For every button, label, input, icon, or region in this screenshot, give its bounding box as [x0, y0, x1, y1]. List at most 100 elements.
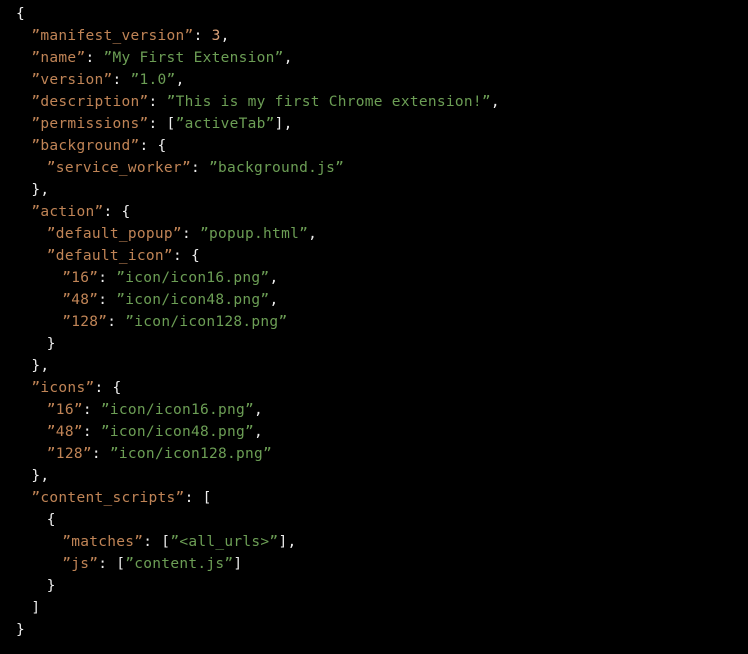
json-key-token: ”description” [31, 94, 149, 110]
json-punctuation-token: , [175, 72, 185, 88]
json-punctuation-token: : [107, 314, 126, 330]
json-key-token: ”128” [62, 314, 108, 330]
json-punctuation-token: : [ [184, 490, 212, 506]
json-string-token: ”popup.html” [199, 226, 309, 242]
code-line[interactable]: ”version”: ”1.0”, [0, 69, 748, 91]
json-string-token: ”icon/icon48.png” [116, 292, 270, 308]
code-line[interactable]: ”service_worker”: ”background.js” [0, 157, 748, 179]
json-key-token: ”manifest_version” [31, 28, 194, 44]
json-key-token: ”128” [46, 446, 92, 462]
code-line[interactable]: ”name”: ”My First Extension”, [0, 47, 748, 69]
json-key-token: ”16” [62, 270, 99, 286]
code-line[interactable]: ”background”: { [0, 135, 748, 157]
json-punctuation-token: : { [94, 380, 122, 396]
json-punctuation-token: { [16, 6, 26, 22]
code-line[interactable]: { [0, 3, 748, 25]
json-punctuation-token: : [85, 50, 104, 66]
json-punctuation-token: , [269, 270, 279, 286]
json-punctuation-token: : [ [98, 556, 126, 572]
json-string-token: ”icon/icon128.png” [125, 314, 288, 330]
json-string-token: ”content.js” [125, 556, 234, 572]
json-punctuation-token: , [308, 226, 318, 242]
json-string-token: ”This is my first Chrome extension!” [166, 94, 491, 110]
code-line[interactable]: ”48”: ”icon/icon48.png”, [0, 289, 748, 311]
json-punctuation-token: } [46, 578, 56, 594]
json-key-token: ”48” [62, 292, 99, 308]
code-line[interactable]: ”description”: ”This is my first Chrome … [0, 91, 748, 113]
json-code-viewer[interactable]: {”manifest_version”: 3, ”name”: ”My First… [0, 3, 748, 654]
json-punctuation-token: : [ [148, 116, 176, 132]
json-key-token: ”service_worker” [46, 160, 191, 176]
json-string-token: ”icon/icon128.png” [109, 446, 273, 462]
json-string-token: ”<all_urls>” [170, 534, 279, 550]
json-punctuation-token: }, [31, 358, 50, 374]
json-key-token: ”16” [46, 402, 83, 418]
json-punctuation-token: : [190, 160, 209, 176]
code-line[interactable]: }, [0, 179, 748, 201]
json-punctuation-token: : [ [143, 534, 171, 550]
json-key-token: ”permissions” [31, 116, 149, 132]
json-key-token: ”js” [62, 556, 99, 572]
json-punctuation-token: : [181, 226, 200, 242]
json-punctuation-token: : [91, 446, 110, 462]
json-string-token: ”icon/icon16.png” [100, 402, 255, 418]
json-key-token: ”48” [46, 424, 83, 440]
json-key-token: ”content_scripts” [31, 490, 185, 506]
json-punctuation-token: , [220, 28, 230, 44]
code-line[interactable]: ”content_scripts”: [ [0, 487, 748, 509]
json-punctuation-token: : [112, 72, 131, 88]
json-string-token: ”1.0” [130, 72, 176, 88]
json-string-token: ”activeTab” [175, 116, 275, 132]
code-line[interactable]: ”16”: ”icon/icon16.png”, [0, 267, 748, 289]
code-line[interactable]: ”action”: { [0, 201, 748, 223]
json-string-token: ”icon/icon16.png” [116, 270, 270, 286]
json-punctuation-token: ], [274, 116, 293, 132]
code-line[interactable]: } [0, 619, 748, 641]
code-line[interactable]: ”permissions”: [”activeTab”], [0, 113, 748, 135]
json-number-token: 3 [211, 28, 221, 44]
code-line[interactable]: ] [0, 597, 748, 619]
json-punctuation-token: : { [139, 138, 167, 154]
code-line[interactable]: }, [0, 465, 748, 487]
json-punctuation-token: ] [31, 600, 41, 616]
code-line[interactable]: }, [0, 355, 748, 377]
code-line[interactable]: ”default_popup”: ”popup.html”, [0, 223, 748, 245]
json-string-token: ”background.js” [208, 160, 345, 176]
json-punctuation-token: : [148, 94, 167, 110]
code-line[interactable]: ”matches”: [”<all_urls>”], [0, 531, 748, 553]
json-punctuation-token: , [283, 50, 293, 66]
code-line[interactable]: ”js”: [”content.js”] [0, 553, 748, 575]
json-key-token: ”icons” [31, 380, 95, 396]
json-string-token: ”icon/icon48.png” [100, 424, 255, 440]
code-line[interactable]: ”icons”: { [0, 377, 748, 399]
json-punctuation-token: }, [31, 468, 50, 484]
json-string-token: ”My First Extension” [103, 50, 284, 66]
json-key-token: ”name” [31, 50, 86, 66]
json-punctuation-token: : [98, 292, 117, 308]
json-punctuation-token: : [98, 270, 117, 286]
code-line[interactable]: ”128”: ”icon/icon128.png” [0, 311, 748, 333]
json-key-token: ”default_icon” [46, 248, 173, 264]
json-punctuation-token: , [490, 94, 500, 110]
json-punctuation-token: : [193, 28, 212, 44]
json-punctuation-token: : [82, 402, 101, 418]
code-line[interactable]: } [0, 333, 748, 355]
json-punctuation-token: { [46, 512, 56, 528]
json-key-token: ”default_popup” [46, 226, 182, 242]
code-line[interactable]: ”default_icon”: { [0, 245, 748, 267]
code-line[interactable]: ”48”: ”icon/icon48.png”, [0, 421, 748, 443]
json-punctuation-token: : { [172, 248, 200, 264]
code-line[interactable]: } [0, 575, 748, 597]
json-punctuation-token: } [16, 622, 26, 638]
json-punctuation-token: : [82, 424, 101, 440]
json-punctuation-token: ] [233, 556, 243, 572]
json-punctuation-token: , [269, 292, 279, 308]
json-key-token: ”action” [31, 204, 104, 220]
code-line[interactable]: ”128”: ”icon/icon128.png” [0, 443, 748, 465]
code-line[interactable]: ”16”: ”icon/icon16.png”, [0, 399, 748, 421]
json-key-token: ”version” [31, 72, 113, 88]
json-punctuation-token: : { [103, 204, 131, 220]
code-line[interactable]: { [0, 509, 748, 531]
code-line[interactable]: ”manifest_version”: 3, [0, 25, 748, 47]
json-punctuation-token: , [254, 402, 264, 418]
